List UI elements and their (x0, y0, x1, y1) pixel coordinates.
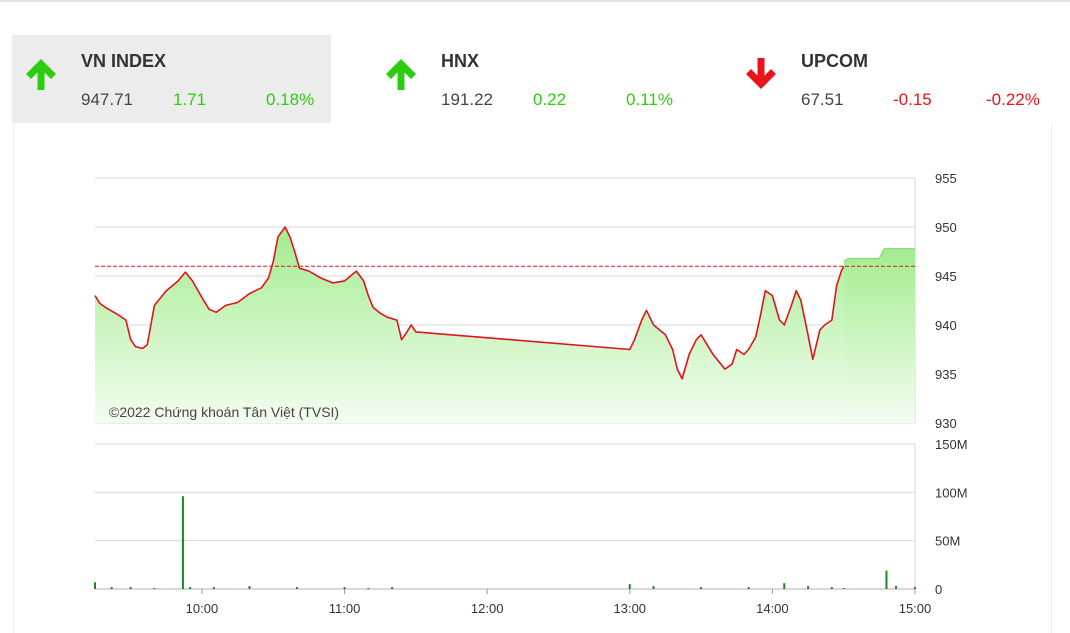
volume-bar (652, 586, 655, 589)
price-tick-label: 950 (935, 220, 957, 235)
time-tick-label: 14:00 (756, 601, 789, 616)
volume-bar (830, 587, 833, 589)
arrow-up-icon (386, 59, 416, 90)
index-value: 191.22 (441, 90, 493, 109)
volume-bar (700, 587, 703, 589)
index-name: UPCOM (801, 51, 868, 71)
volume-bar (391, 587, 394, 589)
index-change: 0.22 (533, 90, 567, 109)
volume-tick-label: 50M (935, 534, 960, 549)
time-tick-label: 11:00 (329, 601, 361, 616)
intraday-chart[interactable]: 955 950 945 940 935 930 150M 100M 50M 0 10:00 11:00… (14, 123, 1051, 633)
volume-bar (628, 584, 631, 589)
tab-hnx[interactable]: HNX 191.22 0.22 0.11% (372, 35, 691, 123)
volume-bar (807, 586, 810, 589)
price-tick-label: 935 (935, 367, 957, 382)
volume-tick-label: 100M (935, 485, 968, 500)
chart-panel: 955 950 945 940 935 930 150M 100M 50M 0 10:00 11:00… (13, 123, 1052, 633)
price-tick-label: 945 (935, 269, 957, 284)
price-tick-label: 940 (935, 318, 957, 333)
price-tick-label: 930 (935, 416, 957, 431)
tab-vn-index[interactable]: VN INDEX 947.71 1.71 0.18% (12, 35, 331, 123)
volume-grid (95, 443, 916, 590)
arrow-down-icon (746, 58, 776, 89)
index-change-percent: 0.18% (266, 90, 315, 109)
index-tabs: VN INDEX 947.71 1.71 0.18% HNX 191.22 0.… (12, 35, 1052, 123)
index-value: 947.71 (81, 90, 133, 109)
volume-bars (94, 496, 916, 590)
volume-bar (894, 586, 897, 589)
index-change-percent: 0.11% (626, 90, 673, 109)
volume-bar (914, 587, 916, 589)
volume-bar (212, 587, 215, 589)
volume-bar (153, 588, 156, 590)
volume-bar (129, 587, 132, 589)
volume-bar (783, 583, 786, 589)
price-area-series-1 (843, 248, 915, 423)
volume-bar (181, 496, 184, 589)
copyright-text: ©2022 Chứng khoán Tân Việt (TVSI) (109, 404, 339, 420)
index-change: -0.15 (893, 90, 932, 109)
index-value: 67.51 (801, 90, 844, 109)
index-name: HNX (441, 51, 480, 71)
volume-bar (367, 588, 370, 590)
volume-bar (94, 582, 96, 589)
time-tick-label: 13:00 (614, 601, 647, 616)
top-divider (0, 0, 1070, 2)
volume-bar (747, 587, 750, 589)
index-change: 1.71 (173, 90, 207, 109)
volume-bar (189, 587, 192, 589)
volume-bar (110, 587, 113, 589)
tab-upcom[interactable]: UPCOM 67.51 -0.15 -0.22% (732, 35, 1051, 123)
volume-bar (343, 587, 346, 589)
arrow-up-icon (26, 59, 56, 90)
volume-bar (296, 587, 299, 589)
volume-bar (885, 570, 888, 589)
volume-tick-label: 0 (935, 582, 942, 597)
volume-bar (248, 586, 251, 589)
volume-tick-label: 150M (935, 437, 968, 452)
volume-bar (842, 588, 845, 590)
index-name: VN INDEX (81, 51, 167, 71)
index-change-percent: -0.22% (986, 90, 1040, 109)
time-tick-label: 15:00 (899, 601, 932, 616)
price-tick-label: 955 (935, 171, 957, 186)
time-tick-label: 10:00 (186, 601, 219, 616)
time-tick-label: 12:00 (471, 601, 504, 616)
